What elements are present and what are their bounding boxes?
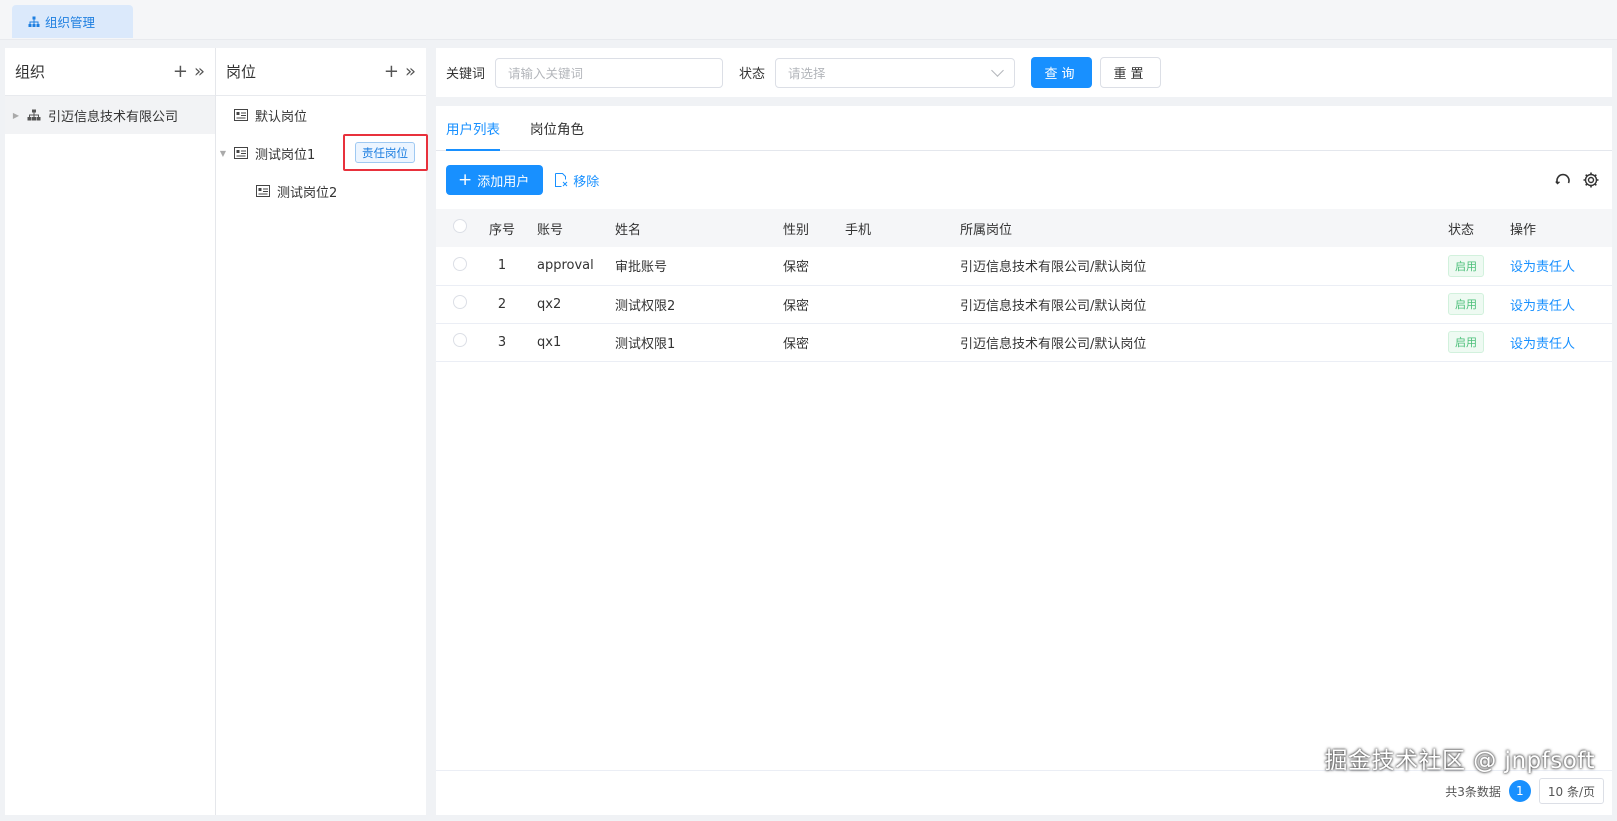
top-tab-bar: 组织管理 xyxy=(0,0,1617,40)
user-table: 序号 账号 姓名 性别 手机 所属岗位 状态 操作 1 approval 审批账… xyxy=(436,209,1612,362)
cell-post: 引迈信息技术有限公司/默认岗位 xyxy=(960,336,1147,352)
query-button[interactable]: 查询 xyxy=(1031,57,1093,88)
cell-post: 引迈信息技术有限公司/默认岗位 xyxy=(960,260,1147,276)
cell-gender: 保密 xyxy=(783,298,810,314)
tab-org-management-label: 组织管理 xyxy=(45,15,96,30)
table-toolbar: + 添加用户 移除 xyxy=(436,151,1612,209)
row-checkbox[interactable] xyxy=(453,256,467,271)
refresh-icon[interactable] xyxy=(1554,171,1572,189)
page-number-button[interactable]: 1 xyxy=(1508,780,1531,802)
set-responsible-link[interactable]: 设为责任人 xyxy=(1510,337,1575,352)
row-checkbox[interactable] xyxy=(453,295,467,309)
content-tabs: 用户列表 岗位角色 xyxy=(436,106,1612,151)
org-tree-label: 引迈信息技术有限公司 xyxy=(48,109,179,125)
plus-icon: + xyxy=(458,169,473,190)
collapse-org-icon[interactable]: » xyxy=(194,62,205,81)
org-panel-title: 组织 xyxy=(15,63,46,81)
header-name: 姓名 xyxy=(615,222,642,238)
cell-phone xyxy=(845,323,960,361)
tab-org-management[interactable]: 组织管理 xyxy=(12,5,133,38)
cell-gender: 保密 xyxy=(783,260,810,276)
org-tree-item[interactable]: ▶ 引迈信息技术有限公司 xyxy=(5,96,215,134)
cell-phone xyxy=(845,247,960,285)
page-size-select[interactable]: 10 条/页 xyxy=(1538,778,1604,804)
post-tree-label: 测试岗位1 xyxy=(255,147,316,163)
header-index: 序号 xyxy=(488,222,515,238)
org-chart-icon xyxy=(28,16,40,27)
header-account: 账号 xyxy=(537,222,564,238)
cell-index: 2 xyxy=(497,296,507,312)
cell-name: 审批账号 xyxy=(615,260,668,276)
pagination: 共3条数据 1 10 条/页 xyxy=(1445,778,1604,804)
header-post: 所属岗位 xyxy=(960,222,1013,238)
add-org-icon[interactable]: + xyxy=(173,62,188,81)
caret-down-icon[interactable]: ▼ xyxy=(216,149,230,158)
add-user-button[interactable]: + 添加用户 xyxy=(446,165,544,195)
status-badge: 启用 xyxy=(1448,331,1484,353)
cell-post: 引迈信息技术有限公司/默认岗位 xyxy=(960,298,1147,314)
cell-account: qx1 xyxy=(537,334,562,350)
row-checkbox[interactable] xyxy=(453,333,467,347)
post-card-icon xyxy=(234,109,248,121)
responsible-post-tag: 责任岗位 xyxy=(355,142,415,163)
cell-account: approval xyxy=(537,258,594,274)
keyword-label: 关键词 xyxy=(446,67,486,82)
set-responsible-link[interactable]: 设为责任人 xyxy=(1510,299,1575,314)
status-label: 状态 xyxy=(739,67,766,82)
cell-index: 3 xyxy=(497,334,507,350)
cell-gender: 保密 xyxy=(783,336,810,352)
tab-user-list[interactable]: 用户列表 xyxy=(446,118,500,151)
post-tree-item[interactable]: 测试岗位2 xyxy=(216,172,426,210)
chevron-down-icon xyxy=(991,63,1004,77)
watermark: 掘金技术社区 @ jnpfsoft xyxy=(1324,748,1595,774)
remove-doc-icon xyxy=(555,173,568,187)
header-phone: 手机 xyxy=(845,222,872,238)
post-panel-title: 岗位 xyxy=(226,63,257,81)
post-tree-item[interactable]: 默认岗位 xyxy=(216,96,426,134)
set-responsible-link[interactable]: 设为责任人 xyxy=(1510,260,1575,275)
header-action: 操作 xyxy=(1510,222,1537,238)
cell-index: 1 xyxy=(497,258,507,274)
post-card-icon xyxy=(256,185,270,197)
collapse-post-icon[interactable]: » xyxy=(405,62,416,81)
status-select[interactable]: 请选择 xyxy=(775,57,1016,88)
status-badge: 启用 xyxy=(1448,293,1484,315)
gear-icon[interactable] xyxy=(1582,171,1600,189)
table-row: 3 qx1 测试权限1 保密 引迈信息技术有限公司/默认岗位 启用 设为责任人 xyxy=(436,323,1612,361)
status-badge: 启用 xyxy=(1448,254,1484,277)
main-panel: 用户列表 岗位角色 + 添加用户 移除 序号 账号 姓名 性别 手机 所属岗位 xyxy=(436,106,1612,815)
post-tree-label: 测试岗位2 xyxy=(277,185,338,201)
cell-name: 测试权限2 xyxy=(615,298,676,314)
remove-label: 移除 xyxy=(573,174,600,190)
cell-phone xyxy=(845,285,960,323)
select-all-checkbox[interactable] xyxy=(453,219,467,233)
search-bar: 关键词 请输入关键词 状态 请选择 查询 重置 xyxy=(436,48,1612,97)
tab-post-roles[interactable]: 岗位角色 xyxy=(530,118,584,150)
post-card-icon xyxy=(234,147,248,159)
reset-button[interactable]: 重置 xyxy=(1100,57,1162,88)
table-header-row: 序号 账号 姓名 性别 手机 所属岗位 状态 操作 xyxy=(436,209,1612,247)
add-post-icon[interactable]: + xyxy=(384,62,399,81)
cell-account: qx2 xyxy=(537,296,562,312)
add-user-label: 添加用户 xyxy=(477,174,530,190)
header-gender: 性别 xyxy=(783,222,810,238)
post-tree-label: 默认岗位 xyxy=(255,109,308,125)
org-node-icon xyxy=(27,109,41,121)
cell-name: 测试权限1 xyxy=(615,336,676,352)
header-status: 状态 xyxy=(1448,222,1475,238)
remove-button[interactable]: 移除 xyxy=(553,171,599,190)
org-panel: 组织 + » ▶ 引迈信息技术有限公司 xyxy=(5,48,215,815)
status-select-placeholder: 请选择 xyxy=(788,66,826,81)
keyword-input[interactable]: 请输入关键词 xyxy=(495,57,724,88)
table-row: 1 approval 审批账号 保密 引迈信息技术有限公司/默认岗位 启用 设为… xyxy=(436,247,1612,285)
caret-right-icon[interactable]: ▶ xyxy=(9,111,23,120)
total-count: 共3条数据 xyxy=(1445,784,1501,799)
table-row: 2 qx2 测试权限2 保密 引迈信息技术有限公司/默认岗位 启用 设为责任人 xyxy=(436,285,1612,323)
